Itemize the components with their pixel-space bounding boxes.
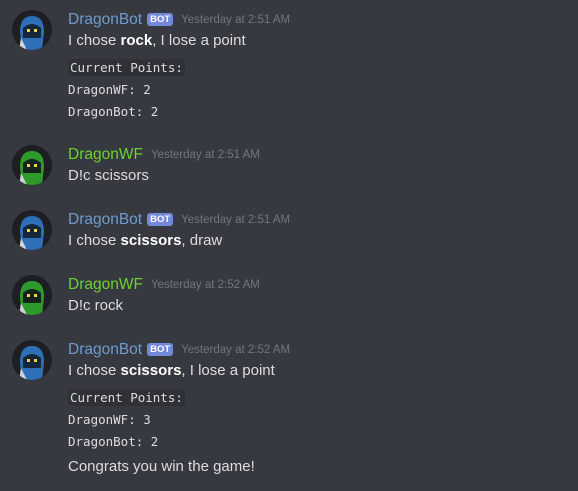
author-name[interactable]: DragonWF <box>68 276 143 294</box>
points-line: DragonBot: 2 <box>68 104 159 119</box>
message-text: D!c scissors <box>68 167 149 184</box>
text-segment: , I lose a point <box>152 32 246 49</box>
points-header: Current Points: <box>68 389 185 406</box>
bold-text: scissors <box>120 362 182 379</box>
blue-dragon-avatar-icon[interactable] <box>12 340 52 380</box>
message-header: DragonBot BOT Yesterday at 2:51 AM <box>68 210 290 230</box>
blue-dragon-avatar-icon[interactable] <box>12 210 52 250</box>
message-header: DragonBot BOT Yesterday at 2:51 AM <box>68 10 290 30</box>
timestamp[interactable]: Yesterday at 2:51 AM <box>151 149 260 161</box>
message-text: Congrats you win the game! <box>68 458 255 475</box>
points-line: DragonWF: 2 <box>68 82 151 97</box>
timestamp[interactable]: Yesterday at 2:52 AM <box>181 344 290 356</box>
text-segment: , I lose a point <box>181 362 275 379</box>
timestamp[interactable]: Yesterday at 2:52 AM <box>151 279 260 291</box>
green-dragon-avatar-icon[interactable] <box>12 275 52 315</box>
author-name[interactable]: DragonBot <box>68 341 142 359</box>
message-text: D!c rock <box>68 297 124 314</box>
bot-tag: BOT <box>147 12 174 26</box>
message-header: DragonWF Yesterday at 2:52 AM <box>68 275 260 295</box>
text-segment: , draw <box>181 232 223 249</box>
points-line: DragonWF: 3 <box>68 412 151 427</box>
author-name[interactable]: DragonBot <box>68 211 142 229</box>
text-segment: I chose <box>68 32 121 49</box>
timestamp[interactable]: Yesterday at 2:51 AM <box>181 214 290 226</box>
points-header: Current Points: <box>68 59 185 76</box>
bold-text: scissors <box>120 232 182 249</box>
points-line: DragonBot: 2 <box>68 434 159 449</box>
text-segment: I chose <box>68 362 121 379</box>
bot-tag: BOT <box>147 342 174 356</box>
author-name[interactable]: DragonBot <box>68 11 142 29</box>
blue-dragon-avatar-icon[interactable] <box>12 10 52 50</box>
author-name[interactable]: DragonWF <box>68 146 143 164</box>
message-text: I chose scissors, draw <box>68 232 222 249</box>
text-segment: I chose <box>68 232 121 249</box>
bot-tag: BOT <box>147 212 174 226</box>
message-header: DragonBot BOT Yesterday at 2:52 AM <box>68 340 290 360</box>
bold-text: rock <box>120 32 153 49</box>
message-header: DragonWF Yesterday at 2:51 AM <box>68 145 260 165</box>
message-text: I chose scissors, I lose a point <box>68 362 275 379</box>
timestamp[interactable]: Yesterday at 2:51 AM <box>181 14 290 26</box>
message-text: I chose rock, I lose a point <box>68 32 246 49</box>
green-dragon-avatar-icon[interactable] <box>12 145 52 185</box>
